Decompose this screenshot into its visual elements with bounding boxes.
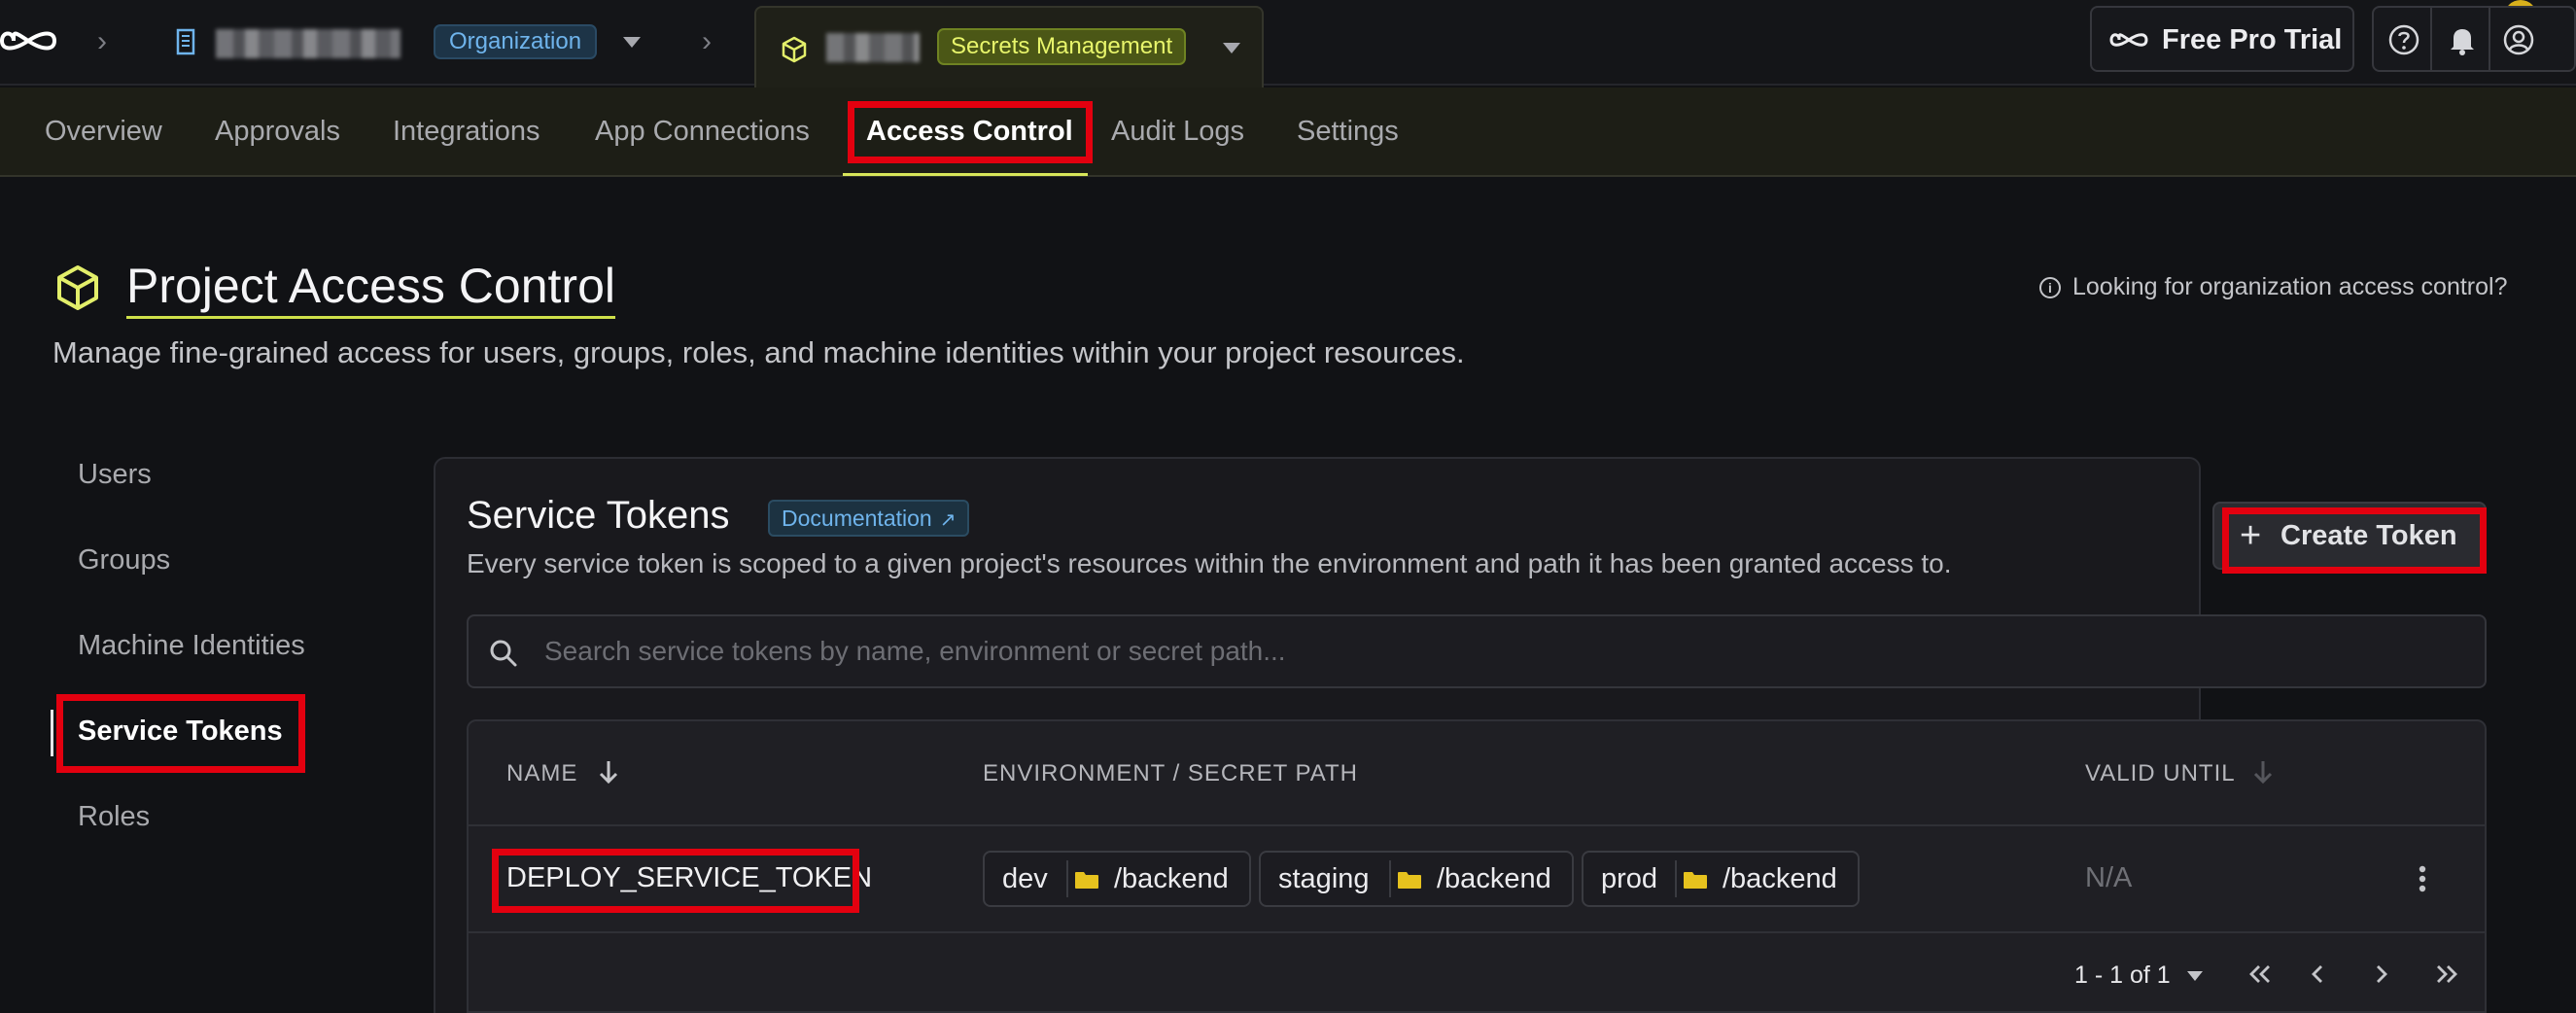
create-token-label: Create Token bbox=[2280, 520, 2457, 551]
redacted-org-name bbox=[216, 29, 400, 58]
search-icon bbox=[490, 640, 517, 667]
pagination-range: 1 - 1 of 1 bbox=[2074, 961, 2171, 989]
plus-icon: + bbox=[2240, 515, 2262, 556]
scope-env: staging bbox=[1278, 863, 1370, 894]
sidebar-item-service-tokens[interactable]: Service Tokens bbox=[78, 716, 283, 748]
sidebar-item-roles[interactable]: Roles bbox=[78, 801, 150, 833]
folder-icon bbox=[1398, 872, 1421, 889]
documentation-label: Documentation bbox=[782, 506, 932, 531]
tab-audit-logs[interactable]: Audit Logs bbox=[1111, 87, 1244, 177]
help-icon bbox=[2388, 24, 2419, 55]
sort-arrow-down-icon[interactable] bbox=[2251, 758, 2275, 786]
sidebar-active-indicator bbox=[51, 710, 53, 756]
top-bar: › Organization › Secrets Management Free… bbox=[0, 0, 2576, 87]
tab-integrations[interactable]: Integrations bbox=[393, 87, 540, 177]
folder-icon bbox=[1075, 872, 1098, 889]
external-link-icon: ↗ bbox=[939, 509, 957, 531]
redacted-project-name bbox=[826, 33, 920, 62]
more-options-icon[interactable] bbox=[2415, 863, 2430, 894]
header-divider bbox=[469, 824, 2485, 826]
previous-page-icon[interactable] bbox=[2302, 959, 2335, 990]
notifications-button[interactable] bbox=[2430, 6, 2490, 72]
search-bar bbox=[467, 614, 2487, 688]
tab-overview[interactable]: Overview bbox=[45, 87, 162, 177]
search-input[interactable] bbox=[544, 626, 2450, 677]
sidebar-item-users[interactable]: Users bbox=[78, 459, 152, 491]
create-token-button[interactable]: + Create Token bbox=[2212, 502, 2487, 570]
tab-approvals[interactable]: Approvals bbox=[215, 87, 340, 177]
org-access-control-label: Looking for organization access control? bbox=[2072, 273, 2508, 300]
tab-settings[interactable]: Settings bbox=[1297, 87, 1399, 177]
info-icon: i bbox=[2039, 277, 2061, 298]
divider bbox=[1066, 860, 1068, 897]
project-nav: Overview Approvals Integrations App Conn… bbox=[0, 87, 2576, 177]
chevron-down-icon[interactable] bbox=[623, 37, 641, 48]
valid-until-value: N/A bbox=[2085, 862, 2133, 893]
scope-path: /backend bbox=[1437, 863, 1551, 894]
token-name: DEPLOY_SERVICE_TOKEN bbox=[506, 862, 873, 893]
column-header-valid-until[interactable]: VALID UNTIL bbox=[2085, 760, 2236, 787]
scope-pill-dev: dev /backend bbox=[983, 851, 1251, 907]
user-menu-button[interactable] bbox=[2489, 6, 2576, 72]
free-pro-trial-button[interactable]: Free Pro Trial bbox=[2090, 6, 2354, 72]
sort-arrow-down-icon[interactable] bbox=[597, 758, 620, 786]
card-subtitle: Every service token is scoped to a given… bbox=[467, 548, 1952, 578]
page-size-dropdown-icon[interactable] bbox=[2187, 971, 2203, 981]
scope-pill-prod: prod /backend bbox=[1582, 851, 1860, 907]
sidebar-item-groups[interactable]: Groups bbox=[78, 544, 170, 576]
scope-path: /backend bbox=[1114, 863, 1229, 894]
chevron-down-icon[interactable] bbox=[1223, 43, 1240, 53]
scope-path: /backend bbox=[1723, 863, 1837, 894]
sidebar-item-machine-identities[interactable]: Machine Identities bbox=[78, 630, 305, 662]
project-badge[interactable]: Secrets Management bbox=[937, 28, 1187, 65]
cube-icon bbox=[57, 265, 98, 310]
free-pro-trial-label: Free Pro Trial bbox=[2162, 24, 2343, 55]
tab-app-connections[interactable]: App Connections bbox=[595, 87, 810, 177]
chevron-right-icon: › bbox=[97, 25, 107, 57]
active-tab-indicator bbox=[843, 173, 1088, 176]
next-page-icon[interactable] bbox=[2364, 959, 2397, 990]
card-title: Service Tokens bbox=[467, 494, 730, 537]
column-header-environment-path: ENVIRONMENT / SECRET PATH bbox=[983, 760, 1358, 786]
page-title: Project Access Control bbox=[126, 256, 615, 319]
last-page-icon[interactable] bbox=[2430, 959, 2463, 990]
scope-pill-staging: staging /backend bbox=[1259, 851, 1574, 907]
page-subtitle: Manage fine-grained access for users, gr… bbox=[52, 335, 1465, 369]
scope-env: prod bbox=[1601, 863, 1658, 894]
help-button[interactable] bbox=[2372, 6, 2432, 72]
building-icon bbox=[176, 28, 195, 55]
org-access-control-link[interactable]: i Looking for organization access control… bbox=[2039, 273, 2508, 301]
row-divider bbox=[469, 931, 2485, 933]
divider bbox=[1389, 860, 1391, 897]
documentation-link[interactable]: Documentation ↗ bbox=[768, 500, 970, 537]
column-header-name[interactable]: NAME bbox=[506, 760, 577, 787]
scope-env: dev bbox=[1002, 863, 1048, 894]
folder-icon bbox=[1684, 872, 1707, 889]
chevron-right-icon: › bbox=[702, 25, 712, 57]
infinity-logo-icon[interactable] bbox=[0, 23, 56, 58]
tab-access-control[interactable]: Access Control bbox=[866, 87, 1073, 177]
organization-badge[interactable]: Organization bbox=[434, 24, 598, 59]
divider bbox=[1675, 860, 1677, 897]
bell-icon bbox=[2451, 29, 2474, 55]
user-circle-icon bbox=[2503, 24, 2534, 55]
project-switcher[interactable]: Secrets Management bbox=[754, 6, 1264, 87]
cube-icon bbox=[782, 36, 807, 63]
infinity-icon bbox=[2109, 33, 2148, 47]
first-page-icon[interactable] bbox=[2244, 959, 2277, 990]
